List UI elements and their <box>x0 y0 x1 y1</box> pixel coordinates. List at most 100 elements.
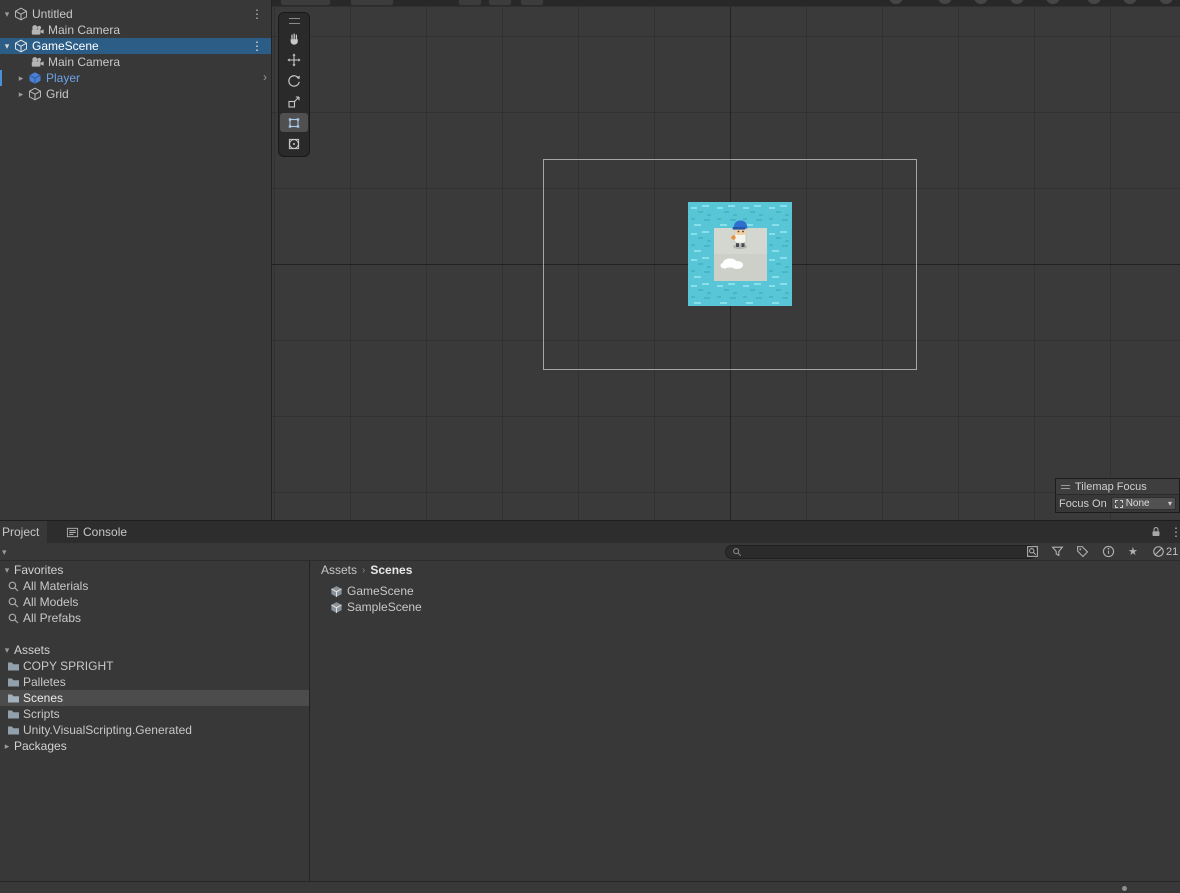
project-content: Assets › Scenes GameScene SampleScene <box>311 561 1180 881</box>
tree-item-all-materials[interactable]: All Materials <box>0 578 309 594</box>
camera-icon <box>30 23 44 37</box>
scale-icon <box>287 95 301 109</box>
expand-triangle-icon[interactable]: ▸ <box>2 741 12 752</box>
overlay-drag-handle-icon[interactable] <box>289 18 300 24</box>
favorite-search-star-icon[interactable]: ★ <box>1128 545 1142 559</box>
project-toolbar: ▾ ★ 21 <box>0 543 1180 561</box>
expand-triangle-icon[interactable]: ▸ <box>14 70 28 86</box>
tree-item-visualscripting-generated[interactable]: Unity.VisualScripting.Generated <box>0 722 309 738</box>
tree-header-assets[interactable]: ▾ Assets <box>0 642 309 658</box>
tree-item-label: Unity.VisualScripting.Generated <box>0 723 192 737</box>
grid-snap-button[interactable] <box>458 0 482 6</box>
project-search-field[interactable] <box>725 545 1037 559</box>
focus-on-value: None <box>1126 498 1150 509</box>
project-folder-tree: ▾ Favorites All Materials All Models <box>0 561 310 881</box>
move-tool-button[interactable] <box>280 50 308 69</box>
tree-item-all-prefabs[interactable]: All Prefabs <box>0 610 309 626</box>
status-indicator-dot <box>1122 886 1127 891</box>
orientation-mode-button[interactable]: Local <box>350 0 394 6</box>
hierarchy-row-untitled-scene[interactable]: ▾ Untitled ⋮ <box>0 6 271 22</box>
create-menu-chevron-icon[interactable]: ▾ <box>2 544 7 560</box>
saved-search-icon <box>7 580 20 593</box>
scene-name: Untitled <box>32 7 73 21</box>
prefab-open-arrow-icon[interactable]: › <box>263 70 267 85</box>
info-icon[interactable] <box>1102 545 1116 559</box>
tree-item-scripts[interactable]: Scripts <box>0 706 309 722</box>
hidden-count-toggle[interactable]: 21 <box>1152 545 1178 558</box>
scene-view-option-icon[interactable] <box>973 0 989 5</box>
project-search-input[interactable] <box>746 546 1030 558</box>
unity-editor: ▾ Untitled ⋮ Main Camera ▾ GameScene ⋮ <box>0 0 1180 893</box>
gameobject-name: Grid <box>46 87 69 101</box>
filter-by-type-icon[interactable] <box>1051 545 1065 559</box>
tree-item-palletes[interactable]: Palletes <box>0 674 309 690</box>
asset-item-samplescene[interactable]: SampleScene <box>311 599 1180 615</box>
filter-by-label-icon[interactable] <box>1076 545 1090 559</box>
scene-view-option-icon[interactable] <box>1045 0 1061 5</box>
tilemap-focus-header[interactable]: Tilemap Focus <box>1056 479 1179 495</box>
rotate-tool-button[interactable] <box>280 71 308 90</box>
expand-triangle-icon[interactable]: ▾ <box>0 6 14 22</box>
tab-console-label: Console <box>83 521 127 543</box>
snap-settings-button[interactable] <box>520 0 544 6</box>
hierarchy-row-gamescene[interactable]: ▾ GameScene ⋮ <box>0 38 271 54</box>
overlay-drag-handle-icon[interactable] <box>1061 485 1070 489</box>
unity-scene-icon <box>14 7 28 21</box>
view-hand-tool-button[interactable] <box>280 29 308 48</box>
scene-view-option-icon[interactable] <box>1086 0 1102 5</box>
kebab-menu-icon[interactable]: ⋮ <box>251 6 263 22</box>
expand-triangle-icon[interactable]: ▾ <box>0 38 14 54</box>
breadcrumb: Assets › Scenes <box>311 561 1180 579</box>
kebab-menu-icon[interactable]: ⋮ <box>251 38 263 54</box>
scene-view-option-icon[interactable] <box>1009 0 1025 5</box>
hierarchy-row-main-camera-2[interactable]: Main Camera <box>0 54 271 70</box>
lock-icon[interactable] <box>1150 526 1162 538</box>
expand-triangle-icon[interactable]: ▾ <box>2 645 12 656</box>
focus-on-dropdown[interactable]: None ▾ <box>1111 497 1176 510</box>
focus-on-label: Focus On <box>1059 498 1107 510</box>
transform-icon <box>287 137 301 151</box>
hidden-items-icon <box>1152 545 1165 558</box>
chevron-down-icon: ▾ <box>1168 499 1172 508</box>
scene-view-option-icon[interactable] <box>937 0 953 5</box>
rect-tool-button[interactable] <box>280 113 308 132</box>
tree-item-all-models[interactable]: All Models <box>0 594 309 610</box>
scene-view-option-icon[interactable] <box>888 0 904 5</box>
tilemap-sprite[interactable] <box>688 202 792 306</box>
selection-rect-icon <box>1115 500 1123 508</box>
tab-project[interactable]: Project <box>0 521 47 543</box>
hierarchy-row-main-camera[interactable]: Main Camera <box>0 22 271 38</box>
folder-icon <box>7 692 20 705</box>
breadcrumb-root[interactable]: Assets <box>321 563 357 577</box>
status-bar <box>0 881 1180 893</box>
panel-kebab-menu-icon[interactable]: ⋮ <box>1170 521 1180 543</box>
increment-snap-button[interactable] <box>488 0 512 6</box>
asset-item-gamescene[interactable]: GameScene <box>311 583 1180 599</box>
unity-scene-asset-icon <box>330 601 343 614</box>
expand-triangle-icon[interactable]: ▾ <box>2 565 12 576</box>
scale-tool-button[interactable] <box>280 92 308 111</box>
hierarchy-row-grid[interactable]: ▸ Grid <box>0 86 271 102</box>
scene-view-option-icon[interactable] <box>1158 0 1174 5</box>
scene-view[interactable]: Tilemap Focus Focus On None ▾ <box>272 7 1180 520</box>
unity-scene-asset-icon <box>330 585 343 598</box>
saved-search-icon <box>7 596 20 609</box>
tab-project-label: Project <box>2 521 39 543</box>
transform-tool-button[interactable] <box>280 134 308 153</box>
tab-console[interactable]: Console <box>58 521 135 543</box>
prefab-indicator-bar <box>0 70 2 86</box>
breadcrumb-current[interactable]: Scenes <box>370 563 412 577</box>
pivot-mode-button[interactable]: Center <box>280 0 331 6</box>
scene-view-option-icon[interactable] <box>1122 0 1138 5</box>
tree-item-scenes[interactable]: Scenes <box>0 690 309 706</box>
tree-spacer <box>0 626 309 642</box>
rect-tool-icon <box>287 116 301 130</box>
hierarchy-row-player[interactable]: ▸ Player › <box>0 70 271 86</box>
tree-header-packages[interactable]: ▸ Packages <box>0 738 309 754</box>
expand-triangle-icon[interactable]: ▸ <box>14 86 28 102</box>
search-in-window-icon[interactable] <box>1026 545 1040 559</box>
tree-header-favorites[interactable]: ▾ Favorites <box>0 562 309 578</box>
breadcrumb-separator-icon: › <box>362 565 365 576</box>
tree-item-copy-spright[interactable]: COPY SPRIGHT <box>0 658 309 674</box>
grid-object-icon <box>28 87 42 101</box>
